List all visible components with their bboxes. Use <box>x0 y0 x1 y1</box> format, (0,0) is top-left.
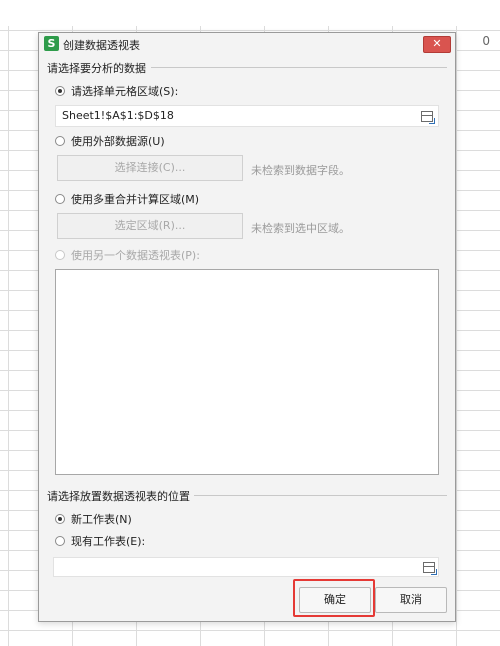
range-selector-icon[interactable] <box>423 562 435 573</box>
radio-unchecked-icon[interactable] <box>55 136 65 146</box>
section-divider <box>189 495 447 496</box>
no-region-hint: 未检索到选中区域。 <box>251 222 350 235</box>
create-pivot-table-dialog: S 创建数据透视表 ✕ 请选择要分析的数据 请选择单元格区域(S): Sheet… <box>38 32 456 622</box>
option-new-worksheet[interactable]: 新工作表(N) <box>55 511 132 527</box>
option-external-source-label: 使用外部数据源(U) <box>71 135 165 148</box>
option-select-range[interactable]: 请选择单元格区域(S): <box>55 83 178 99</box>
no-field-hint: 未检索到数据字段。 <box>251 164 350 177</box>
spreadsheet-app-icon: S <box>44 36 59 51</box>
radio-unchecked-icon[interactable] <box>55 194 65 204</box>
option-multiple-consolidation-label: 使用多重合并计算区域(M) <box>71 193 200 206</box>
section-analyze-label: 请选择要分析的数据 <box>47 60 150 76</box>
radio-checked-icon[interactable] <box>55 514 65 524</box>
option-existing-worksheet-label: 现有工作表(E): <box>71 535 146 548</box>
radio-unchecked-icon[interactable] <box>55 536 65 546</box>
range-input[interactable]: Sheet1!$A$1:$D$18 <box>55 105 439 127</box>
option-other-pivot[interactable]: 使用另一个数据透视表(P): <box>55 247 200 263</box>
option-existing-worksheet[interactable]: 现有工作表(E): <box>55 533 145 549</box>
dialog-titlebar: S 创建数据透视表 ✕ <box>39 33 455 55</box>
range-selector-icon[interactable] <box>421 111 433 122</box>
radio-checked-icon[interactable] <box>55 86 65 96</box>
section-location-label: 请选择放置数据透视表的位置 <box>47 488 194 504</box>
section-divider <box>151 67 447 68</box>
close-button[interactable]: ✕ <box>423 36 451 53</box>
select-region-button[interactable]: 选定区域(R)... <box>57 213 243 239</box>
choose-connection-button[interactable]: 选择连接(C)... <box>57 155 243 181</box>
radio-unchecked-icon[interactable] <box>55 250 65 260</box>
option-other-pivot-label: 使用另一个数据透视表(P): <box>71 249 200 262</box>
option-select-range-label: 请选择单元格区域(S): <box>71 85 179 98</box>
cancel-button[interactable]: 取消 <box>375 587 447 613</box>
option-external-source[interactable]: 使用外部数据源(U) <box>55 133 165 149</box>
option-new-worksheet-label: 新工作表(N) <box>71 513 132 526</box>
pivot-table-list[interactable] <box>55 269 439 475</box>
existing-location-input[interactable] <box>53 557 439 577</box>
option-multiple-consolidation[interactable]: 使用多重合并计算区域(M) <box>55 191 199 207</box>
dialog-title: 创建数据透视表 <box>63 39 140 52</box>
ok-button-highlight <box>293 579 375 617</box>
column-header-label: 0 <box>482 34 490 48</box>
top-bar <box>0 0 500 26</box>
